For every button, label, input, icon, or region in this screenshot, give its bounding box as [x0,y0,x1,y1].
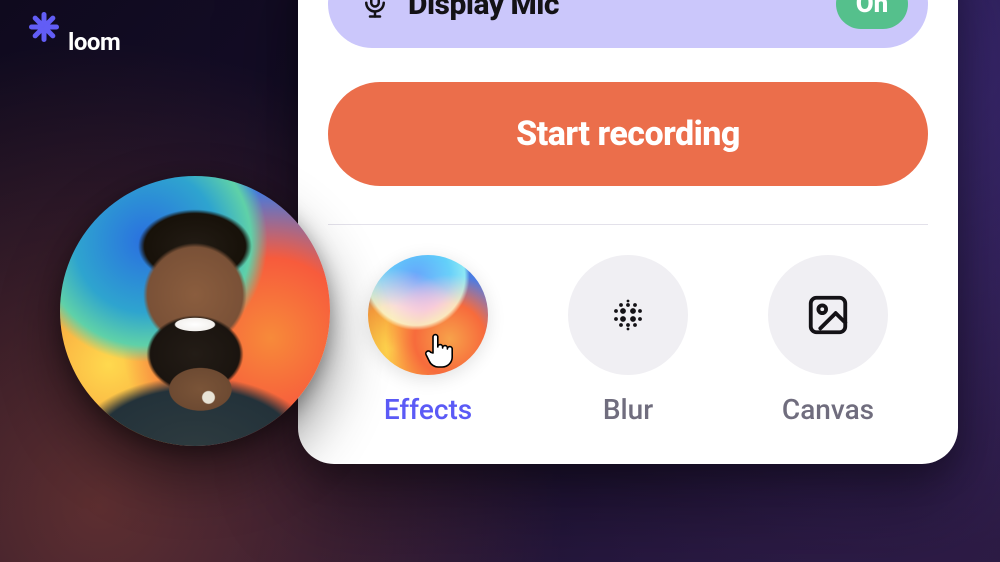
tool-canvas[interactable]: Canvas [738,255,918,426]
tools-row: Effects Blur [328,255,928,426]
divider [328,224,928,225]
loom-logo-mark [30,28,58,56]
avatar-person [60,176,330,446]
image-icon [768,255,888,375]
mic-source-label: Display Mic [408,0,818,22]
tool-effects[interactable]: Effects [338,255,518,426]
effects-icon [368,255,488,375]
tool-effects-label: Effects [384,393,472,426]
pointer-cursor-icon [423,329,457,369]
loom-wordmark: loom [68,28,120,56]
recorder-panel: Display Mic On Start recording Effects [298,0,958,464]
mic-toggle[interactable]: On [836,0,908,29]
blur-dots-icon [568,255,688,375]
mic-source-row[interactable]: Display Mic On [328,0,928,48]
loom-logo: loom [30,28,120,56]
camera-bubble[interactable] [60,176,330,446]
tool-blur-label: Blur [603,393,653,426]
mic-icon [360,0,390,19]
start-recording-label: Start recording [516,114,740,154]
tool-blur[interactable]: Blur [538,255,718,426]
start-recording-button[interactable]: Start recording [328,82,928,186]
tool-canvas-label: Canvas [782,393,874,426]
